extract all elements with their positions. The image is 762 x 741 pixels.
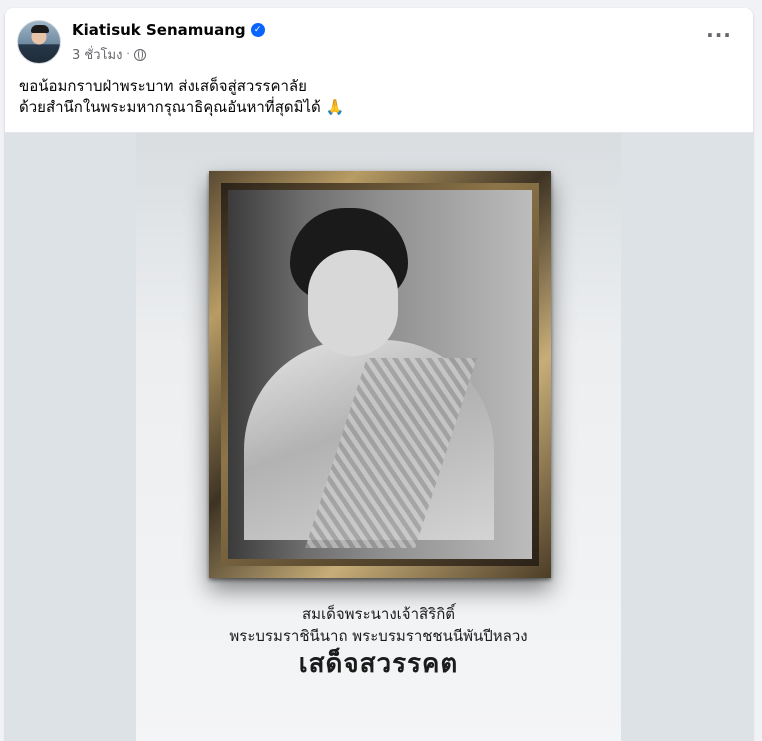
picture-frame xyxy=(209,171,551,578)
more-options-icon[interactable]: ··· xyxy=(701,25,737,52)
verified-icon: ✓ xyxy=(250,23,265,37)
caption-line-3: เสด็จสวรรคต xyxy=(298,649,459,679)
post-text-line-1: ขอน้อมกราบฝ่าพระบาท ส่งเสด็จสู่สวรรคาลัย xyxy=(19,77,307,95)
poster-caption: สมเด็จพระนางเจ้าสิริกิติ์ พระบรมราชินีนา… xyxy=(136,603,621,681)
caption-line-1: สมเด็จพระนางเจ้าสิริกิติ์ xyxy=(301,605,456,623)
picture-frame-inner xyxy=(221,183,539,566)
post-text-line-2: ด้วยสำนึกในพระมหากรุณาธิคุณอันหาที่สุดมิ… xyxy=(19,98,345,116)
post-image-area[interactable]: สมเด็จพระนางเจ้าสิริกิติ์ พระบรมราชินีนา… xyxy=(5,132,753,741)
author-avatar[interactable] xyxy=(17,20,61,64)
caption-line-2: พระบรมราชินีนาถ พระบรมราชชนนีพันปีหลวง xyxy=(229,627,528,645)
post-card: Kiatisuk Senamuang ✓ 3 ชั่วโมง · ··· ขอน… xyxy=(5,8,753,741)
post-time[interactable]: 3 ชั่วโมง xyxy=(72,44,122,65)
globe-icon xyxy=(133,48,146,61)
author-name-row: Kiatisuk Senamuang ✓ xyxy=(72,21,265,39)
post-meta: 3 ชั่วโมง · xyxy=(72,44,146,65)
portrait-photo xyxy=(228,190,532,559)
post-text: ขอน้อมกราบฝ่าพระบาท ส่งเสด็จสู่สวรรคาลัย… xyxy=(19,76,739,118)
portrait-face xyxy=(308,250,398,356)
separator-dot: · xyxy=(126,49,130,60)
memorial-poster[interactable]: สมเด็จพระนางเจ้าสิริกิติ์ พระบรมราชินีนา… xyxy=(136,133,621,741)
author-name[interactable]: Kiatisuk Senamuang xyxy=(72,21,246,39)
post-header: Kiatisuk Senamuang ✓ 3 ชั่วโมง · ··· xyxy=(5,8,753,70)
